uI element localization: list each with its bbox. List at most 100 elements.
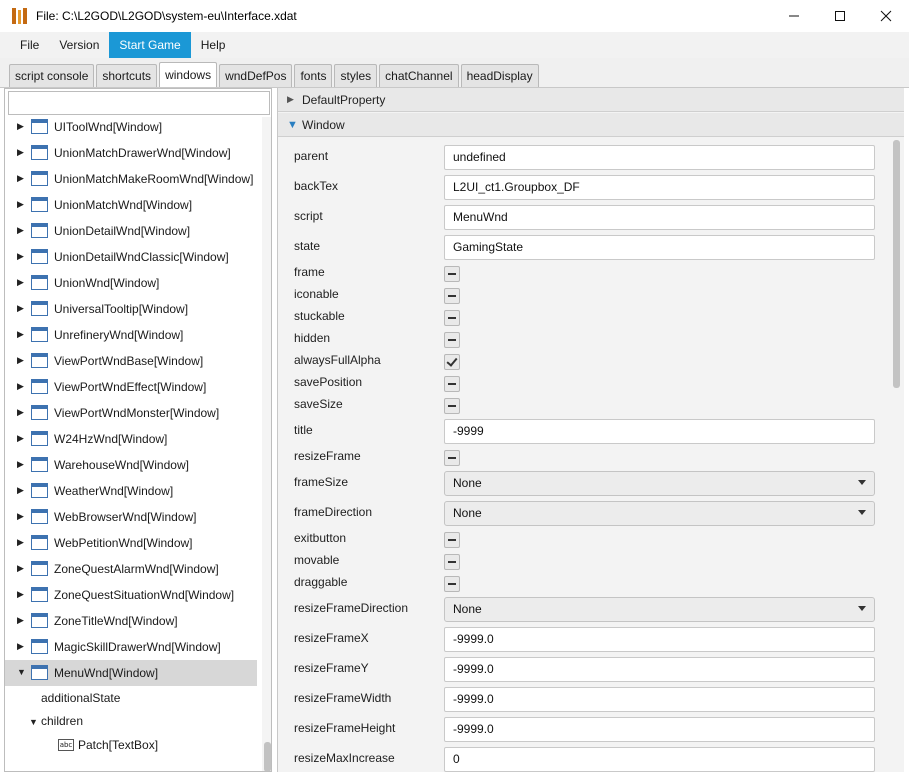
tab-chatchannel[interactable]: chatChannel	[379, 64, 459, 87]
collapsed-arrow-icon[interactable]: ▶	[17, 459, 24, 470]
tree-scrollbar[interactable]	[262, 117, 271, 771]
save-position-checkbox[interactable]	[444, 376, 460, 392]
close-button[interactable]	[863, 0, 909, 32]
tree-item-label: UniversalTooltip[Window]	[54, 302, 189, 316]
collapsed-arrow-icon[interactable]: ▶	[17, 563, 24, 574]
resize-frame-checkbox[interactable]	[444, 450, 460, 466]
tree-item-union-wnd[interactable]: ▶ UnionWnd[Window]	[5, 270, 257, 296]
tree-item-w24-hz-wnd[interactable]: ▶ W24HzWnd[Window]	[5, 426, 257, 452]
window-icon	[31, 457, 48, 472]
tab-fonts[interactable]: fonts	[294, 64, 333, 87]
menu-start-game[interactable]: Start Game	[109, 32, 191, 58]
frame-size-select[interactable]: None	[444, 470, 875, 496]
exitbutton-checkbox[interactable]	[444, 532, 460, 548]
tree-item-weather-wnd[interactable]: ▶ WeatherWnd[Window]	[5, 478, 257, 504]
collapsed-arrow-icon[interactable]: ▶	[17, 277, 24, 288]
collapsed-arrow-icon[interactable]: ▶	[17, 251, 24, 262]
maximize-button[interactable]	[817, 0, 863, 32]
back-tex-input[interactable]: L2UI_ct1.Groupbox_DF	[444, 174, 875, 200]
collapsed-arrow-icon[interactable]: ▶	[17, 537, 24, 548]
collapsed-arrow-icon[interactable]: ▶	[17, 589, 24, 600]
collapsed-arrow-icon[interactable]: ▶	[17, 173, 24, 184]
tree-item-view-port-wnd-monster[interactable]: ▶ ViewPortWndMonster[Window]	[5, 400, 257, 426]
save-size-checkbox[interactable]	[444, 398, 460, 414]
window-icon	[31, 379, 48, 394]
state-input[interactable]: GamingState	[444, 234, 875, 260]
tree-item-zone-quest-situation-wnd[interactable]: ▶ ZoneQuestSituationWnd[Window]	[5, 582, 257, 608]
tree-item-view-port-wnd-effect[interactable]: ▶ ViewPortWndEffect[Window]	[5, 374, 257, 400]
tree-item-view-port-wnd-base[interactable]: ▶ ViewPortWndBase[Window]	[5, 348, 257, 374]
menu-file[interactable]: File	[10, 32, 49, 58]
window-icon	[31, 535, 48, 550]
tab-shortcuts[interactable]: shortcuts	[96, 64, 158, 87]
hidden-checkbox[interactable]	[444, 332, 460, 348]
tree-item-unrefinery-wnd[interactable]: ▶ UnrefineryWnd[Window]	[5, 322, 257, 348]
resize-max-increase-input[interactable]: 0	[444, 746, 875, 772]
resize-frame-direction-select[interactable]: None	[444, 596, 875, 622]
tree-item-zone-quest-alarm-wnd[interactable]: ▶ ZoneQuestAlarmWnd[Window]	[5, 556, 257, 582]
collapsed-arrow-icon[interactable]: ▶	[17, 303, 24, 314]
tree-item-children[interactable]: ▼ children	[5, 709, 257, 735]
script-input[interactable]: MenuWnd	[444, 204, 875, 230]
collapsed-arrow-icon[interactable]: ▶	[17, 381, 24, 392]
tree-item-menu-wnd[interactable]: ▼ MenuWnd[Window]	[5, 660, 257, 686]
collapsed-arrow-icon[interactable]: ▶	[17, 121, 24, 132]
draggable-checkbox[interactable]	[444, 576, 460, 592]
properties-scrollbar[interactable]	[890, 138, 903, 772]
tab-windows[interactable]: windows	[159, 62, 218, 87]
parent-input[interactable]: undefined	[444, 144, 875, 170]
stuckable-checkbox[interactable]	[444, 310, 460, 326]
tab-script-console[interactable]: script console	[9, 64, 95, 87]
tab-styles[interactable]: styles	[334, 64, 378, 87]
tree-item-magic-skill-drawer-wnd[interactable]: ▶ MagicSkillDrawerWnd[Window]	[5, 634, 257, 660]
tree-item-union-detail-wnd-classic[interactable]: ▶ UnionDetailWndClassic[Window]	[5, 244, 257, 270]
resize-frame-width-input[interactable]: -9999.0	[444, 686, 875, 712]
collapsed-arrow-icon[interactable]: ▶	[17, 329, 24, 340]
collapsed-arrow-icon[interactable]: ▶	[17, 199, 24, 210]
tree-item-uitool-wnd[interactable]: ▶ UIToolWnd[Window]	[5, 117, 257, 140]
resize-frame-x-input[interactable]: -9999.0	[444, 626, 875, 652]
tree-scrollbar-thumb[interactable]	[264, 742, 271, 771]
tree-item-web-petition-wnd[interactable]: ▶ WebPetitionWnd[Window]	[5, 530, 257, 556]
resize-frame-height-input[interactable]: -9999.0	[444, 716, 875, 742]
collapsed-arrow-icon[interactable]: ▶	[17, 433, 24, 444]
tree-item-label: WebBrowserWnd[Window]	[54, 510, 197, 524]
collapsed-arrow-icon[interactable]: ▶	[17, 225, 24, 236]
expanded-arrow-icon[interactable]: ▼	[17, 667, 26, 677]
tree-item-patch-textbox[interactable]: abc Patch[TextBox]	[5, 734, 257, 760]
collapsed-arrow-icon[interactable]: ▶	[17, 511, 24, 522]
collapsed-arrow-icon[interactable]: ▶	[17, 147, 24, 158]
tree-item-web-browser-wnd[interactable]: ▶ WebBrowserWnd[Window]	[5, 504, 257, 530]
tree-search-input[interactable]	[8, 91, 270, 115]
movable-checkbox[interactable]	[444, 554, 460, 570]
tree-item-union-match-make-room-wnd[interactable]: ▶ UnionMatchMakeRoomWnd[Window]	[5, 166, 257, 192]
menu-version[interactable]: Version	[49, 32, 109, 58]
tab-wnddefpos[interactable]: wndDefPos	[219, 64, 293, 87]
resize-frame-y-input[interactable]: -9999.0	[444, 656, 875, 682]
section-default-property[interactable]: ▶ DefaultProperty	[278, 88, 904, 112]
collapsed-arrow-icon[interactable]: ▶	[17, 485, 24, 496]
tree-item-union-match-wnd[interactable]: ▶ UnionMatchWnd[Window]	[5, 192, 257, 218]
collapsed-arrow-icon[interactable]: ▶	[17, 641, 24, 652]
minimize-button[interactable]	[771, 0, 817, 32]
tree-item-universal-tooltip[interactable]: ▶ UniversalTooltip[Window]	[5, 296, 257, 322]
collapsed-arrow-icon[interactable]: ▶	[17, 615, 24, 626]
tree-item-union-match-drawer-wnd[interactable]: ▶ UnionMatchDrawerWnd[Window]	[5, 140, 257, 166]
always-full-alpha-checkbox[interactable]	[444, 354, 460, 370]
collapsed-arrow-icon[interactable]: ▶	[17, 355, 24, 366]
tree-item-union-detail-wnd[interactable]: ▶ UnionDetailWnd[Window]	[5, 218, 257, 244]
properties-scrollbar-thumb[interactable]	[893, 140, 900, 388]
frame-direction-select[interactable]: None	[444, 500, 875, 526]
tree-item-zone-title-wnd[interactable]: ▶ ZoneTitleWnd[Window]	[5, 608, 257, 634]
expanded-arrow-icon[interactable]: ▼	[29, 717, 38, 727]
frame-checkbox[interactable]	[444, 266, 460, 282]
iconable-checkbox[interactable]	[444, 288, 460, 304]
menu-help[interactable]: Help	[191, 32, 236, 58]
window-icon	[31, 431, 48, 446]
tab-headdisplay[interactable]: headDisplay	[460, 64, 539, 87]
title-input[interactable]: -9999	[444, 418, 875, 444]
prop-label-save-size: saveSize	[294, 397, 343, 411]
collapsed-arrow-icon[interactable]: ▶	[17, 407, 24, 418]
tree-item-warehouse-wnd[interactable]: ▶ WarehouseWnd[Window]	[5, 452, 257, 478]
section-window[interactable]: ▼ Window	[278, 113, 904, 137]
